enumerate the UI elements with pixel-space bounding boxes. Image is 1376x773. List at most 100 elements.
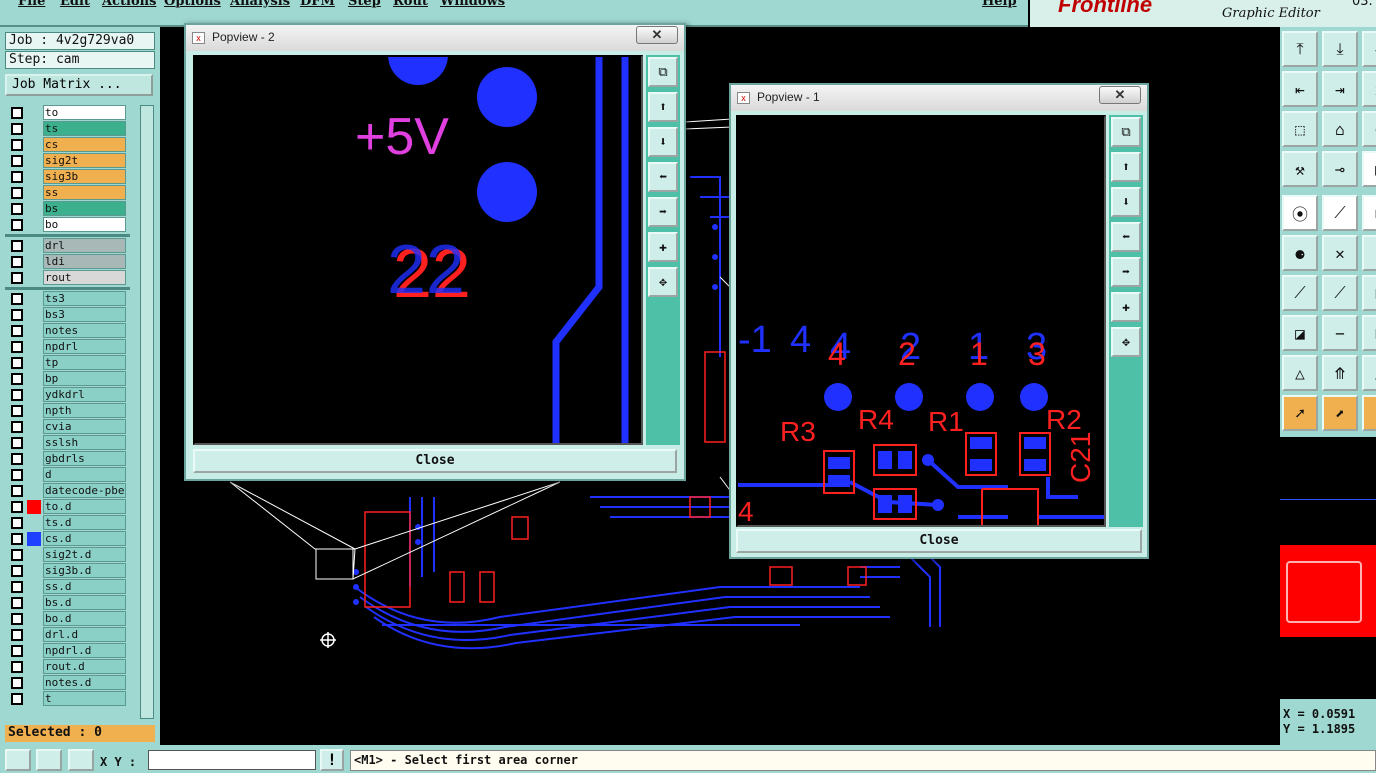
zoom-in-icon[interactable]: ✚ xyxy=(1111,292,1141,322)
layer-checkbox[interactable] xyxy=(11,155,23,167)
pan-up-icon[interactable]: ⬆ xyxy=(1111,152,1141,182)
layer-checkbox[interactable] xyxy=(11,107,23,119)
layer-row[interactable]: ts.d xyxy=(5,515,130,531)
layer-checkbox[interactable] xyxy=(11,485,23,497)
layer-checkbox[interactable] xyxy=(11,677,23,689)
layer-row[interactable]: bp xyxy=(5,371,130,387)
layer-name[interactable]: bp xyxy=(43,371,126,386)
layer-checkbox[interactable] xyxy=(11,405,23,417)
page-end-icon[interactable]: ⇲ xyxy=(1362,71,1376,107)
net-icon[interactable]: ⚈ xyxy=(1282,235,1318,271)
zoom-window-icon[interactable]: ⬚ xyxy=(1282,111,1318,147)
layer-row[interactable]: bo.d xyxy=(5,611,130,627)
layer-row[interactable]: ts xyxy=(5,121,130,137)
cross-icon[interactable]: ✕ xyxy=(1322,235,1358,271)
layer-row[interactable]: ydkdrl xyxy=(5,387,130,403)
menu-file[interactable]: File xyxy=(18,0,45,9)
pad-icon[interactable]: ◪ xyxy=(1282,315,1318,351)
page-left-icon[interactable]: ⇤ xyxy=(1282,71,1318,107)
menu-dfm[interactable]: DFM xyxy=(300,0,335,9)
pan-left-icon[interactable]: ⬅ xyxy=(1111,222,1141,252)
layer-name[interactable]: bo xyxy=(43,217,126,232)
menu-windows[interactable]: Windows xyxy=(440,0,505,9)
xy-input[interactable] xyxy=(148,750,316,770)
layer-name[interactable]: drl.d xyxy=(43,627,126,642)
layer-name[interactable]: ts xyxy=(43,121,126,136)
popview-1-canvas[interactable]: -1 4 4 2 1 3 4 2 1 3 R3 R4 R1 R2 C21 4 xyxy=(736,115,1106,527)
layer-checkbox[interactable] xyxy=(11,256,23,268)
menu-actions[interactable]: Actions xyxy=(102,0,156,9)
popview-1-titlebar[interactable]: x Popview - 1 xyxy=(731,85,1147,111)
layer-checkbox[interactable] xyxy=(11,645,23,657)
layer-name[interactable]: rout xyxy=(43,270,126,285)
layer-row[interactable]: sig3b xyxy=(5,169,130,185)
draw-line-icon[interactable]: ⟋ xyxy=(1322,195,1358,231)
line-blue-icon[interactable]: ⟋ xyxy=(1322,275,1358,311)
layer-name[interactable]: cvia xyxy=(43,419,126,434)
layer-row[interactable]: ldi xyxy=(5,254,130,270)
pan-down-icon[interactable]: ⬇ xyxy=(648,127,678,157)
alert-icon[interactable]: ! xyxy=(320,749,344,771)
layer-checkbox[interactable] xyxy=(11,517,23,529)
menu-analysis[interactable]: Analysis xyxy=(230,0,290,9)
page-up-icon[interactable]: ⤒ xyxy=(1282,31,1318,67)
layer-name[interactable]: npth xyxy=(43,403,126,418)
layer-checkbox[interactable] xyxy=(11,373,23,385)
layer-checkbox[interactable] xyxy=(11,341,23,353)
layer-name[interactable]: sig2t xyxy=(43,153,126,168)
layer-name[interactable]: sig3b.d xyxy=(43,563,126,578)
layer-name[interactable]: npdrl xyxy=(43,339,126,354)
layer-row[interactable]: drl xyxy=(5,238,130,254)
layer-checkbox[interactable] xyxy=(11,629,23,641)
layer-row[interactable]: rout xyxy=(5,270,130,286)
layer-name[interactable]: drl xyxy=(43,238,126,253)
layer-name[interactable]: ss xyxy=(43,185,126,200)
layer-checkbox[interactable] xyxy=(11,581,23,593)
layer-checkbox[interactable] xyxy=(11,389,23,401)
pan-right-icon[interactable]: ➡ xyxy=(648,197,678,227)
line-red-icon[interactable]: ⟋ xyxy=(1282,275,1318,311)
layer-name[interactable]: sslsh xyxy=(43,435,126,450)
layer-checkbox[interactable] xyxy=(11,293,23,305)
layer-checkbox[interactable] xyxy=(11,693,23,705)
layer-checkbox[interactable] xyxy=(11,469,23,481)
layer-name[interactable]: bs.d xyxy=(43,595,126,610)
layer-name[interactable]: notes xyxy=(43,323,126,338)
popview-2-titlebar[interactable]: x Popview - 2 xyxy=(186,25,684,51)
layer-checkbox[interactable] xyxy=(11,203,23,215)
layer-row[interactable]: sig3b.d xyxy=(5,563,130,579)
layer-checkbox[interactable] xyxy=(11,549,23,561)
popview-1-close-x-button[interactable]: ✕ xyxy=(1099,86,1141,104)
pointer-3-icon[interactable]: ➚ xyxy=(1362,395,1376,431)
layer-row[interactable]: ss xyxy=(5,185,130,201)
layer-name[interactable]: ts.d xyxy=(43,515,126,530)
layer-name[interactable]: notes.d xyxy=(43,675,126,690)
popview-1-close-button[interactable]: Close xyxy=(736,529,1142,553)
layer-row[interactable]: sig2t.d xyxy=(5,547,130,563)
layer-row[interactable]: cvia xyxy=(5,419,130,435)
page-next-icon[interactable]: ⇥ xyxy=(1362,31,1376,67)
layer-row[interactable]: ss.d xyxy=(5,579,130,595)
layer-name[interactable]: datecode-pbe xyxy=(43,483,126,498)
layer-name[interactable]: bs3 xyxy=(43,307,126,322)
layer-row[interactable]: notes xyxy=(5,323,130,339)
layer-checkbox[interactable] xyxy=(11,139,23,151)
mini-map[interactable] xyxy=(1280,437,1376,699)
layer-row[interactable]: npdrl.d xyxy=(5,643,130,659)
layer-name[interactable]: bs xyxy=(43,201,126,216)
pan-up-icon[interactable]: ⬆ xyxy=(648,92,678,122)
layer-checkbox[interactable] xyxy=(11,421,23,433)
layer-checkbox[interactable] xyxy=(11,437,23,449)
layer-checkbox[interactable] xyxy=(11,187,23,199)
layer-name[interactable]: ydkdrl xyxy=(43,387,126,402)
layer-name[interactable]: sig2t.d xyxy=(43,547,126,562)
page-right-icon[interactable]: ⇥ xyxy=(1322,71,1358,107)
layer-row[interactable]: cs.d xyxy=(5,531,130,547)
layer-name[interactable]: d xyxy=(43,467,126,482)
layer-checkbox[interactable] xyxy=(11,325,23,337)
layer-scrollbar[interactable] xyxy=(140,105,154,719)
page-down-icon[interactable]: ⤓ xyxy=(1322,31,1358,67)
pan-down-icon[interactable]: ⬇ xyxy=(1111,187,1141,217)
triangle-icon[interactable]: △ xyxy=(1282,355,1318,391)
layer-name[interactable]: ts3 xyxy=(43,291,126,306)
